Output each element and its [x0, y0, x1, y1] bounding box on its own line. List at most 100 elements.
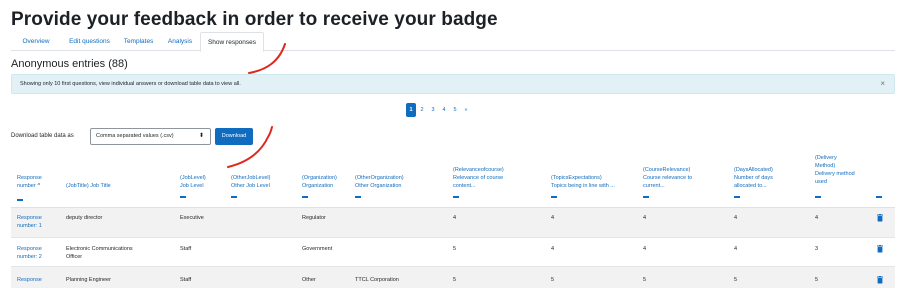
- column-header-line: Organization: [302, 183, 334, 189]
- column-header-line: Topics being in line with ...: [551, 183, 615, 189]
- select-arrows-icon: ⬍: [198, 133, 204, 139]
- page-link-next[interactable]: »: [461, 103, 471, 117]
- column-header-line: current...: [643, 183, 665, 189]
- column-header-line: used: [815, 179, 827, 185]
- download-format-value: Comma separated values (.csv): [96, 133, 174, 139]
- column-header-course-relevance[interactable]: (CourseRelevance) Course relevance to cu…: [643, 166, 692, 190]
- column-header-line: (DaysAllocated): [734, 167, 773, 173]
- collapse-column-icon[interactable]: [551, 196, 557, 198]
- page-link-4[interactable]: 4: [439, 103, 449, 117]
- page-link-2[interactable]: 2: [417, 103, 427, 117]
- cell-relevance: 4: [453, 215, 457, 221]
- tab-edit-questions[interactable]: Edit questions: [63, 32, 116, 51]
- column-header-line: number ^: [17, 183, 41, 189]
- download-format-select[interactable]: Comma separated values (.csv) ⬍: [90, 128, 211, 145]
- cell-organization: Government: [302, 246, 333, 252]
- column-header-line: Number of days: [734, 175, 773, 181]
- cell-days-allocated: 4: [734, 215, 738, 221]
- collapse-column-icon[interactable]: [815, 196, 821, 198]
- info-alert: Showing only 10 first questions, view in…: [11, 74, 895, 94]
- table-row: Response Planning Engineer Staff Other T…: [11, 267, 895, 288]
- response-number-link[interactable]: Response number: 2: [17, 245, 42, 261]
- cell-days-allocated: 4: [734, 246, 738, 252]
- trash-icon[interactable]: [876, 276, 884, 284]
- cell-job-title: deputy director: [66, 215, 103, 221]
- column-header-relevance[interactable]: (Relevanceofcourse) Relevance of course …: [453, 166, 504, 190]
- cell-organization: Other: [302, 277, 316, 283]
- collapse-column-icon[interactable]: [453, 196, 459, 198]
- cell-delivery-method: 4: [815, 215, 819, 221]
- column-header-delivery-method[interactable]: (Delivery Method) Delivery method used: [815, 154, 855, 186]
- column-header-line: Other Organization: [355, 183, 402, 189]
- column-header-organization[interactable]: (Organization) Organization: [302, 174, 337, 190]
- tab-analysis[interactable]: Analysis: [161, 32, 199, 51]
- alert-text: Showing only 10 first questions, view in…: [20, 81, 241, 87]
- column-header-job-level[interactable]: (JobLevel) Job Level: [180, 174, 206, 190]
- cell-topics: 4: [551, 215, 555, 221]
- column-header-other-organization[interactable]: (OtherOrganization) Other Organization: [355, 174, 404, 190]
- collapse-column-icon[interactable]: [876, 196, 882, 198]
- trash-icon[interactable]: [876, 245, 884, 253]
- cell-relevance: 5: [453, 246, 457, 252]
- column-header-response-number[interactable]: Response number ^: [17, 174, 42, 190]
- column-header-line: (JobLevel): [180, 175, 206, 181]
- tab-show-responses[interactable]: Show responses: [200, 32, 264, 52]
- column-header-line: (Delivery: [815, 155, 837, 161]
- tab-bar: Overview Edit questions Templates Analys…: [11, 32, 895, 52]
- cell-course-relevance: 4: [643, 246, 647, 252]
- column-header-line: Method): [815, 163, 836, 169]
- collapse-column-icon[interactable]: [734, 196, 740, 198]
- collapse-column-icon[interactable]: [355, 196, 361, 198]
- cell-relevance: 5: [453, 277, 457, 283]
- trash-icon[interactable]: [876, 214, 884, 222]
- column-header-line: (OtherOrganization): [355, 175, 404, 181]
- cell-topics: 4: [551, 246, 555, 252]
- cell-organization: Regulator: [302, 215, 326, 221]
- cell-job-level: Staff: [180, 277, 192, 283]
- response-number-link[interactable]: Response: [17, 276, 42, 284]
- cell-topics: 5: [551, 277, 555, 283]
- cell-course-relevance: 4: [643, 215, 647, 221]
- column-header-line: (Relevanceofcourse): [453, 167, 504, 173]
- cell-job-title: Planning Engineer: [66, 277, 111, 283]
- section-title: Anonymous entries (88): [11, 58, 128, 70]
- response-number-link[interactable]: Response number: 1: [17, 214, 42, 230]
- download-label: Download table data as: [11, 133, 74, 139]
- column-header-line: (Organization): [302, 175, 337, 181]
- column-header-line: allocated to...: [734, 183, 767, 189]
- close-icon[interactable]: ×: [880, 75, 885, 93]
- collapse-column-icon[interactable]: [231, 196, 237, 198]
- sort-ascending-icon[interactable]: ^: [38, 183, 41, 189]
- cell-job-title: Electronic Communications Officer: [66, 246, 133, 260]
- pagination: 1 2 3 4 5 »: [406, 103, 471, 118]
- cell-job-level: Executive: [180, 215, 204, 221]
- download-button[interactable]: Download: [215, 128, 253, 145]
- table-row: Response number: 2 Electronic Communicat…: [11, 238, 895, 267]
- cell-course-relevance: 5: [643, 277, 647, 283]
- column-header-line: Course relevance to: [643, 175, 693, 181]
- column-header-line: (CourseRelevance): [643, 167, 691, 173]
- column-header-job-title[interactable]: (JobTitle) Job Title: [66, 182, 111, 190]
- column-header-line: (JobTitle) Job Title: [66, 183, 111, 189]
- collapse-column-icon[interactable]: [302, 196, 308, 198]
- table-row: Response number: 1 deputy director Execu…: [11, 208, 895, 238]
- collapse-column-icon[interactable]: [17, 199, 23, 201]
- column-header-line: Job Level: [180, 183, 204, 189]
- column-header-line: content...: [453, 183, 476, 189]
- column-header-topics-expectations[interactable]: (TopicsExpectations) Topics being in lin…: [551, 174, 615, 190]
- tab-templates[interactable]: Templates: [118, 32, 159, 51]
- page-link-3[interactable]: 3: [428, 103, 438, 117]
- column-header-days-allocated[interactable]: (DaysAllocated) Number of days allocated…: [734, 166, 773, 190]
- collapse-column-icon[interactable]: [180, 196, 186, 198]
- column-header-line: Relevance of course: [453, 175, 504, 181]
- column-header-other-job-level[interactable]: (OtherJobLevel) Other Job Level: [231, 174, 270, 190]
- column-header-line: Other Job Level: [231, 183, 270, 189]
- cell-delivery-method: 5: [815, 277, 819, 283]
- cell-delivery-method: 3: [815, 246, 819, 252]
- cell-days-allocated: 5: [734, 277, 738, 283]
- page-link-1[interactable]: 1: [406, 103, 416, 117]
- page-link-5[interactable]: 5: [450, 103, 460, 117]
- tab-overview[interactable]: Overview: [11, 32, 61, 51]
- collapse-column-icon[interactable]: [643, 196, 649, 198]
- column-header-line: Delivery method: [815, 171, 855, 177]
